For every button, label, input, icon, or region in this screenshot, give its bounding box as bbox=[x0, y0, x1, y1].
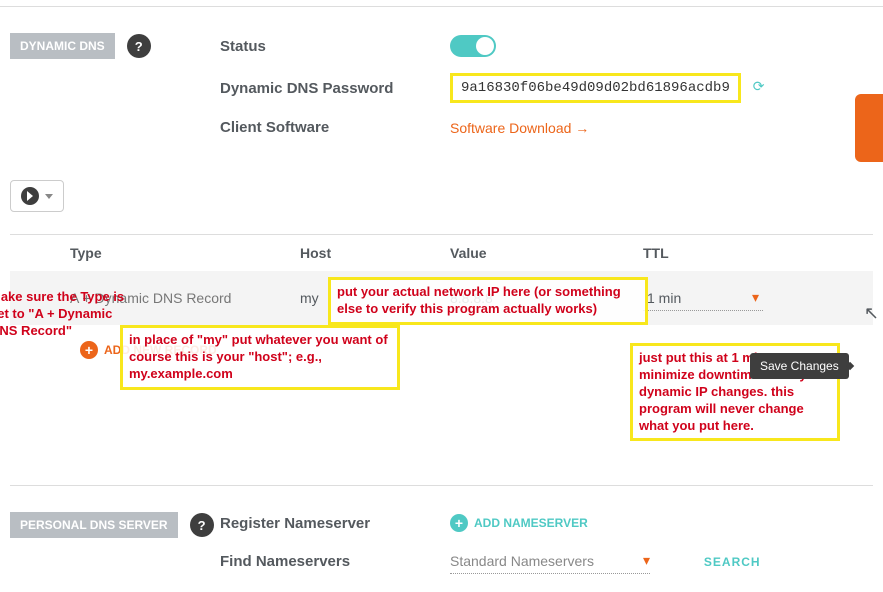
col-host: Host bbox=[300, 245, 450, 261]
personal-dns-badge: PERSONAL DNS SERVER bbox=[10, 512, 178, 538]
side-tab[interactable] bbox=[855, 94, 883, 162]
password-value: 9a16830f06be49d09d02bd61896acdb9 bbox=[450, 73, 741, 103]
chevron-down-icon bbox=[45, 194, 53, 199]
ttl-select[interactable]: 1 min ▾ bbox=[643, 285, 763, 311]
refresh-icon[interactable]: ⟳ bbox=[753, 78, 765, 95]
annotation-host: in place of "my" put whatever you want o… bbox=[120, 325, 400, 390]
col-type: Type bbox=[70, 245, 300, 261]
records-table: Type Host Value TTL A + Dynamic DNS Reco… bbox=[0, 235, 883, 375]
search-button[interactable]: SEARCH bbox=[704, 555, 761, 569]
annotation-value: put your actual network IP here (or some… bbox=[328, 277, 648, 325]
plus-icon: + bbox=[80, 341, 98, 359]
ttl-value: 1 min bbox=[647, 290, 681, 306]
nameservers-select[interactable]: Standard Nameservers ▾ bbox=[450, 548, 650, 574]
save-changes-tooltip: Save Changes bbox=[750, 353, 849, 379]
password-label: Dynamic DNS Password bbox=[220, 80, 450, 97]
play-dropdown-button[interactable] bbox=[10, 180, 64, 212]
status-toggle[interactable] bbox=[450, 35, 496, 57]
dynamic-dns-section: DYNAMIC DNS ? Status Dynamic DNS Passwor… bbox=[0, 7, 883, 174]
plus-icon: + bbox=[450, 514, 468, 532]
annotation-type: Make sure the Type is set to "A + Dynami… bbox=[0, 289, 125, 340]
help-icon[interactable]: ? bbox=[190, 513, 214, 537]
col-ttl: TTL bbox=[643, 245, 813, 261]
personal-dns-section: PERSONAL DNS SERVER ? Register Nameserve… bbox=[0, 486, 883, 592]
software-download-link[interactable]: Software Download → bbox=[450, 120, 589, 136]
status-label: Status bbox=[220, 38, 450, 55]
play-icon bbox=[21, 187, 39, 205]
table-header: Type Host Value TTL bbox=[10, 235, 873, 271]
cursor-icon: ↖ bbox=[864, 303, 879, 324]
help-icon[interactable]: ? bbox=[127, 34, 151, 58]
register-nameserver-label: Register Nameserver bbox=[220, 515, 450, 532]
dynamic-dns-badge: DYNAMIC DNS bbox=[10, 33, 115, 59]
add-nameserver-button[interactable]: + ADD NAMESERVER bbox=[450, 514, 588, 532]
find-nameservers-label: Find Nameservers bbox=[220, 553, 450, 570]
col-value: Value bbox=[450, 245, 643, 261]
client-software-label: Client Software bbox=[220, 119, 450, 136]
